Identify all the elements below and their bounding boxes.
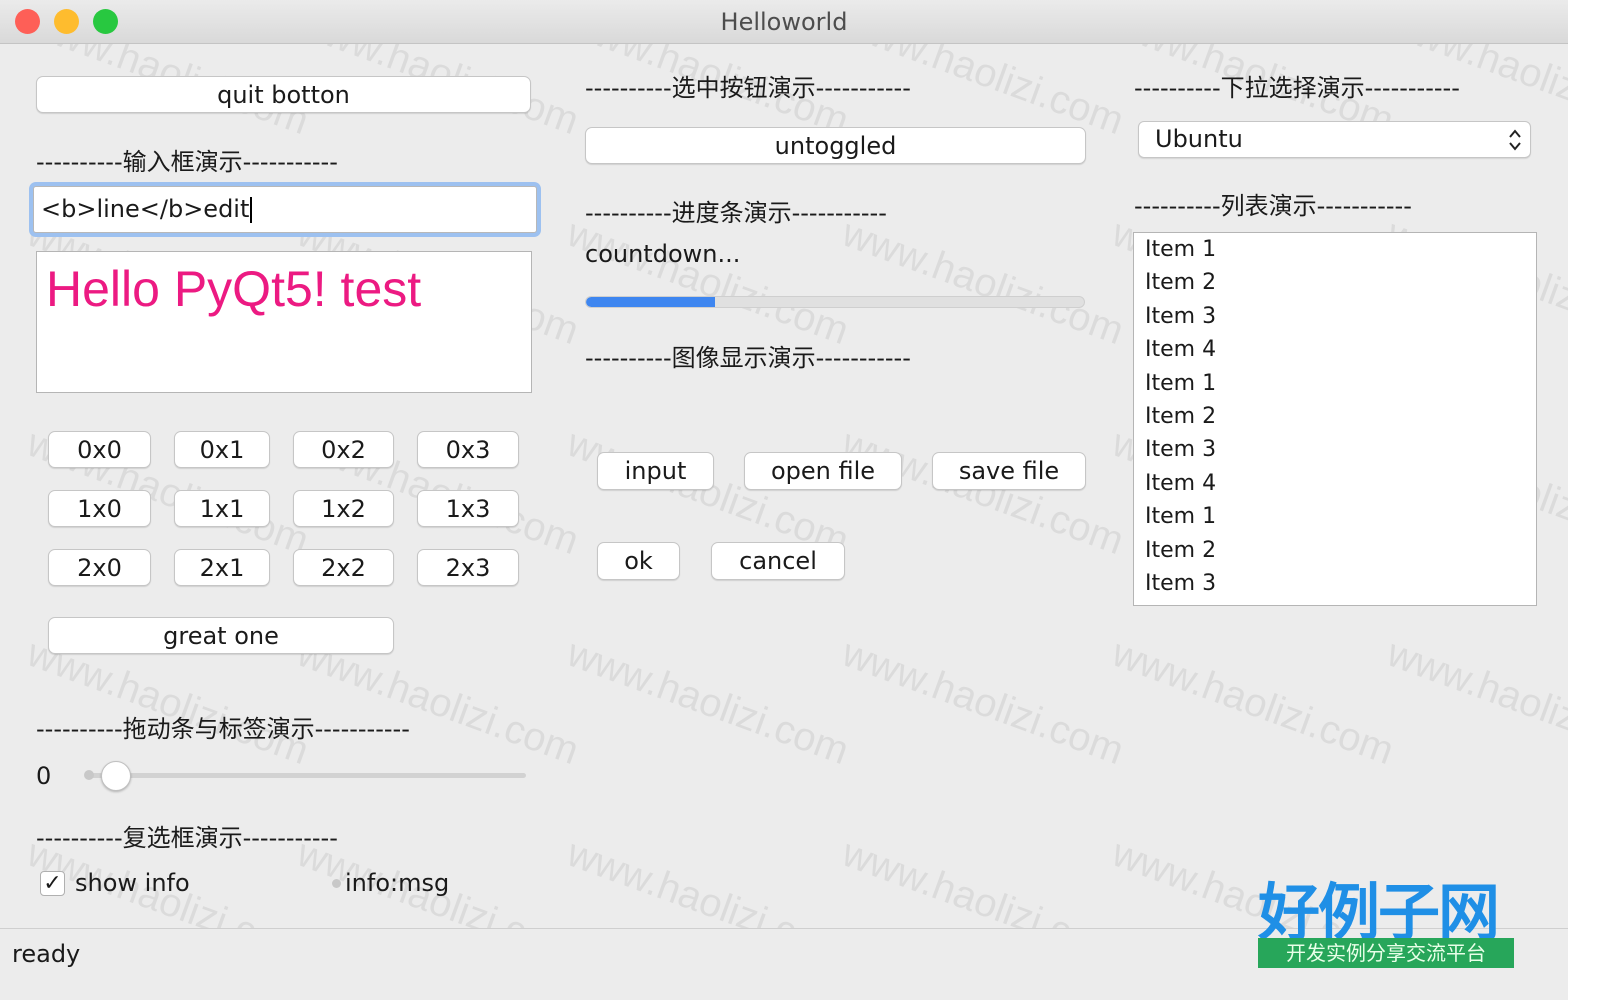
input-section-title: ----------输入框演示-----------: [36, 148, 338, 176]
grid-button-2x0[interactable]: 2x0: [48, 549, 151, 586]
show-info-checkbox[interactable]: ✓: [40, 871, 65, 896]
list-item[interactable]: Item 2: [1134, 534, 1536, 567]
list-item[interactable]: Item 4: [1134, 467, 1536, 500]
progress-section-title: ----------进度条演示-----------: [585, 199, 887, 227]
watermark-text: www.haolizi.com: [836, 210, 1130, 354]
grid-button-2x2[interactable]: 2x2: [293, 549, 394, 586]
list-item[interactable]: Item 1: [1134, 500, 1536, 533]
grid-button-1x2[interactable]: 1x2: [293, 490, 394, 527]
list-item[interactable]: Item 2: [1134, 266, 1536, 299]
slider-value-label: 0: [36, 762, 52, 790]
item-list[interactable]: Item 1 Item 2 Item 3 Item 4 Item 1 Item …: [1133, 232, 1537, 606]
slider-start-dot: [84, 770, 94, 780]
list-item[interactable]: Item 3: [1134, 567, 1536, 600]
text-edit[interactable]: Hello PyQt5! test: [36, 251, 532, 393]
list-item[interactable]: Item 3: [1134, 300, 1536, 333]
countdown-label: countdown...: [585, 240, 741, 268]
toggle-section-title: ----------选中按钮演示-----------: [585, 74, 911, 102]
slider-section-title: ----------拖动条与标签演示-----------: [36, 715, 410, 743]
watermark-logo-subtitle: 开发实例分享交流平台: [1258, 938, 1514, 968]
window-title: Helloworld: [720, 8, 848, 36]
progress-fill: [586, 297, 716, 307]
input-button[interactable]: input: [597, 452, 714, 490]
watermark-text: www.haolizi.com: [836, 420, 1130, 564]
grid-button-0x3[interactable]: 0x3: [417, 431, 519, 468]
grid-button-2x1[interactable]: 2x1: [174, 549, 270, 586]
toggle-button[interactable]: untoggled: [585, 127, 1086, 164]
slider-track[interactable]: [88, 773, 526, 778]
status-text: ready: [12, 940, 81, 968]
text-caret: [250, 197, 253, 223]
checkbox-section-title: ----------复选框演示-----------: [36, 824, 338, 852]
watermark-text: www.haolizi.com: [836, 630, 1130, 774]
grid-button-1x3[interactable]: 1x3: [417, 490, 519, 527]
grid-button-2x3[interactable]: 2x3: [417, 549, 519, 586]
slider-handle[interactable]: [101, 761, 131, 791]
quit-button[interactable]: quit botton: [36, 76, 531, 113]
watermark-text: www.haolizi.com: [561, 630, 855, 774]
show-info-label[interactable]: show info: [75, 869, 190, 897]
distro-combobox[interactable]: Ubuntu: [1138, 121, 1531, 158]
save-file-button[interactable]: save file: [932, 452, 1086, 490]
list-item[interactable]: Item 1: [1134, 233, 1536, 266]
grid-button-0x2[interactable]: 0x2: [293, 431, 394, 468]
grid-button-0x1[interactable]: 0x1: [174, 431, 270, 468]
combo-section-title: ----------下拉选择演示-----------: [1134, 74, 1460, 102]
grid-button-1x1[interactable]: 1x1: [174, 490, 270, 527]
cancel-button[interactable]: cancel: [711, 542, 845, 580]
line-edit[interactable]: <b>line</b>edit: [33, 186, 537, 233]
list-item[interactable]: Item 3: [1134, 433, 1536, 466]
info-label: info:msg: [345, 869, 450, 897]
line-edit-value: <b>line</b>edit: [41, 195, 250, 223]
progress-bar: [585, 296, 1085, 308]
text-edit-content: Hello PyQt5! test: [46, 261, 422, 317]
open-file-button[interactable]: open file: [744, 452, 902, 490]
info-dot-icon: [332, 879, 341, 888]
window-edge: [1568, 0, 1600, 1000]
watermark-text: www.haolizi.com: [1106, 630, 1400, 774]
image-section-title: ----------图像显示演示-----------: [585, 344, 911, 372]
grid-button-0x0[interactable]: 0x0: [48, 431, 151, 468]
list-item[interactable]: Item 1: [1134, 367, 1536, 400]
list-item[interactable]: Item 2: [1134, 400, 1536, 433]
updown-chevron-icon: [1509, 129, 1521, 151]
list-item[interactable]: Item 4: [1134, 333, 1536, 366]
combo-value: Ubuntu: [1155, 125, 1243, 153]
grid-button-1x0[interactable]: 1x0: [48, 490, 151, 527]
watermark-text: www.haolizi.com: [561, 210, 855, 354]
list-section-title: ----------列表演示-----------: [1134, 192, 1412, 220]
great-one-button[interactable]: great one: [48, 617, 394, 654]
ok-button[interactable]: ok: [597, 542, 680, 580]
